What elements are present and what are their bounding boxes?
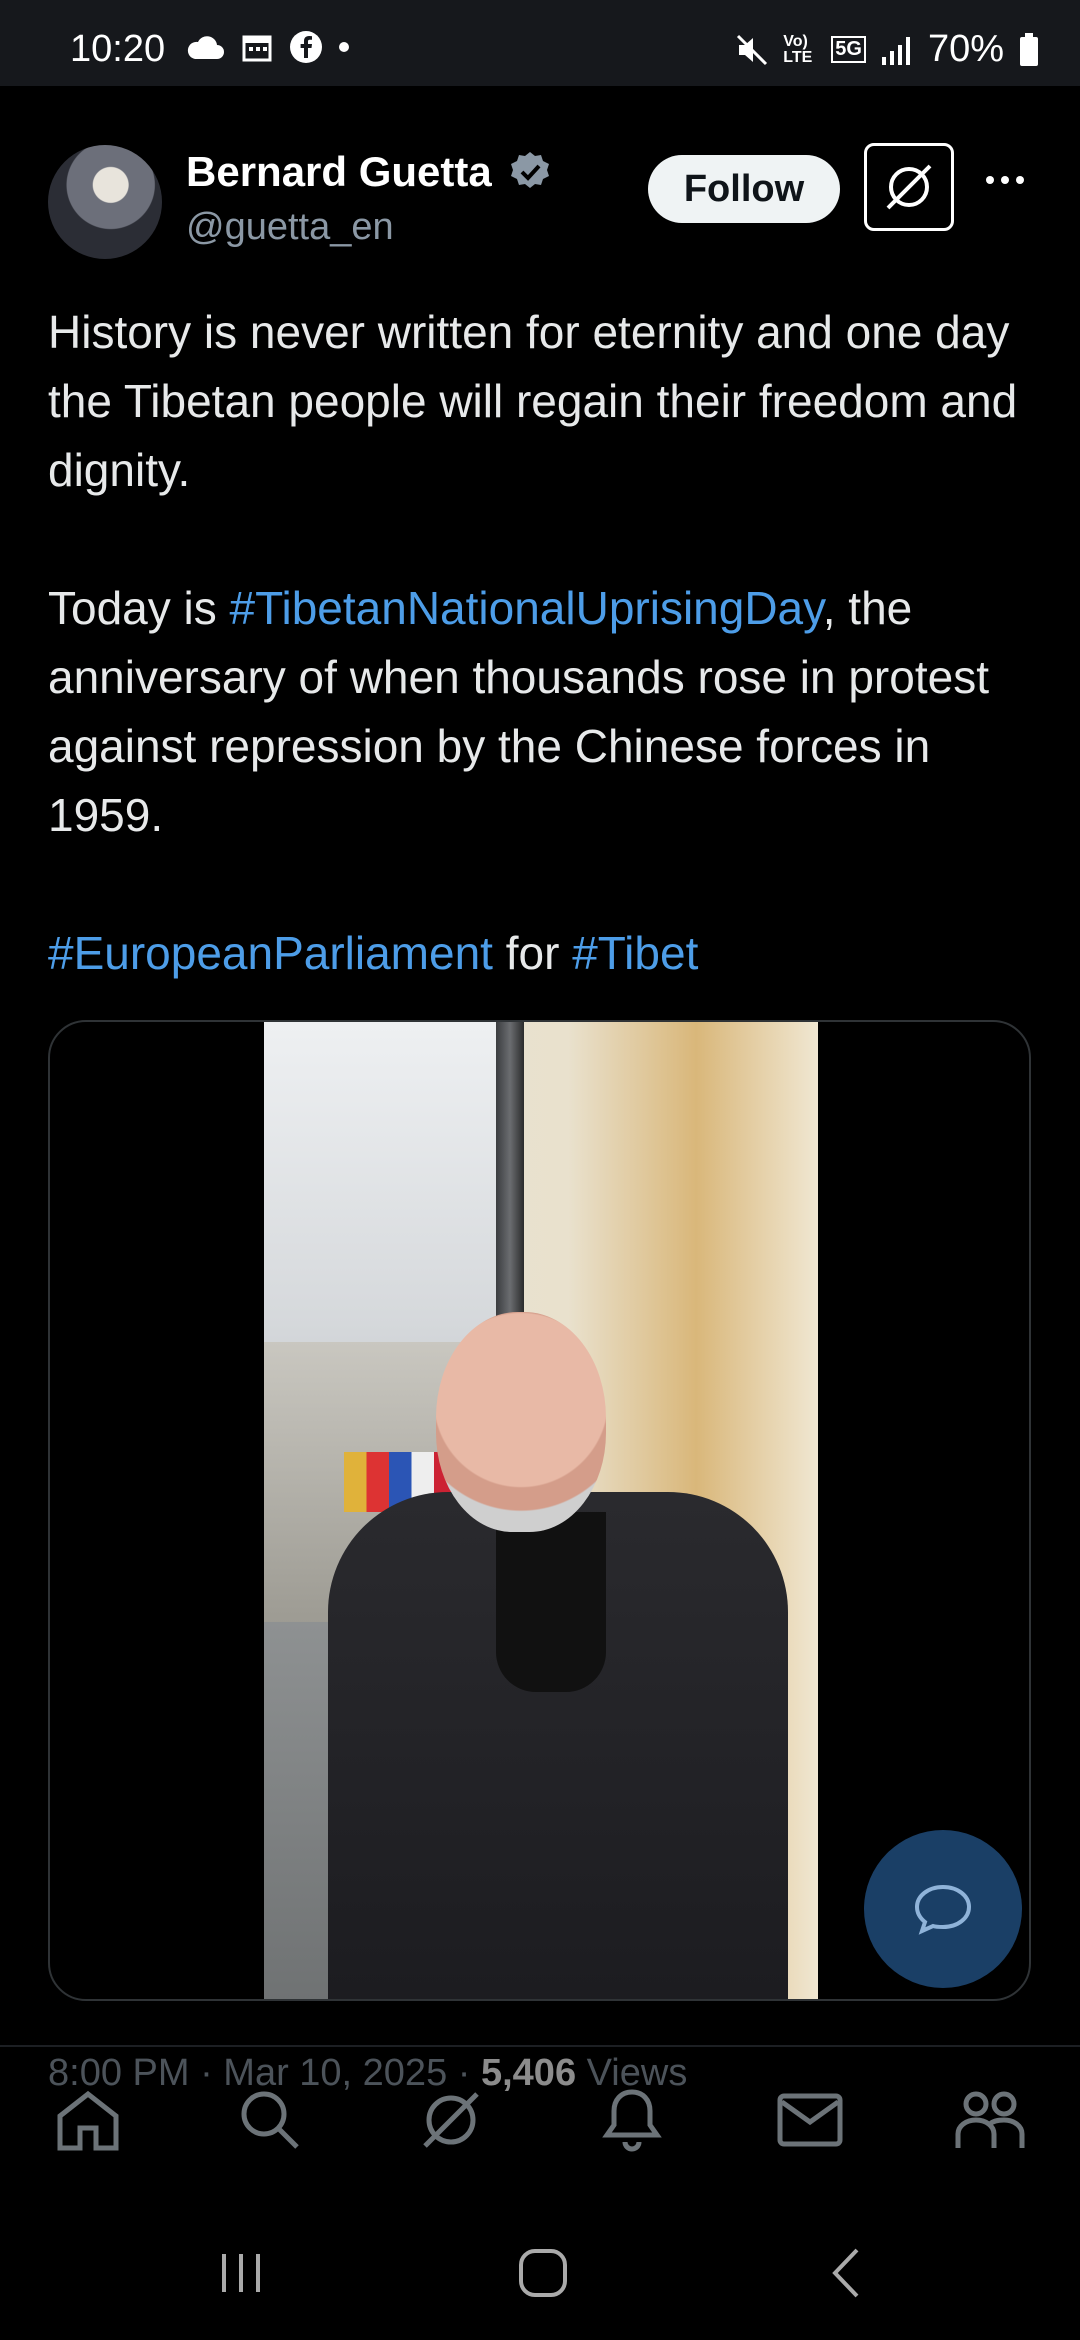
author-avatar[interactable]: [48, 145, 162, 259]
nav-grok[interactable]: [415, 2084, 487, 2156]
nav-communities[interactable]: [954, 2084, 1026, 2156]
more-options-button[interactable]: [985, 160, 1025, 200]
author-name[interactable]: Bernard Guetta: [186, 148, 492, 196]
battery-percent: 70%: [927, 28, 1004, 70]
tweet-video[interactable]: [48, 1020, 1031, 2001]
status-notification-icons: [185, 30, 349, 64]
status-time: 10:20: [70, 28, 166, 70]
reply-fab-button[interactable]: [864, 1830, 1022, 1988]
video-frame[interactable]: [264, 1022, 818, 1999]
grok-icon: [886, 164, 932, 210]
more-icon: [986, 176, 1024, 184]
home-system-button[interactable]: [508, 2238, 578, 2308]
tweet-text: History is never written for eternity an…: [48, 298, 1038, 988]
network-label: 5G: [831, 36, 866, 63]
views-count: 5,406: [480, 2052, 577, 2094]
notification-dot: [339, 42, 349, 52]
battery-icon: [1020, 32, 1038, 66]
calendar-icon: [242, 35, 272, 62]
hashtag-link[interactable]: #TibetanNationalUprisingDay: [230, 582, 823, 634]
chat-bubble-icon: [914, 1884, 972, 1935]
nav-divider: [0, 2045, 1080, 2047]
nav-notifications[interactable]: [596, 2084, 668, 2156]
author-handle[interactable]: @guetta_en: [186, 206, 394, 249]
status-bar: 10:20 Vo) LTE 5G 70%: [0, 0, 1080, 86]
facebook-icon: [290, 31, 322, 63]
back-button[interactable]: [812, 2238, 882, 2308]
signal-icon: [881, 36, 910, 65]
cloud-icon: [187, 36, 224, 59]
grok-button[interactable]: [864, 143, 954, 231]
nav-search[interactable]: [234, 2084, 306, 2156]
notifications-icon: [602, 2089, 662, 2152]
communities-icon: [955, 2091, 1025, 2148]
hashtag-link[interactable]: #Tibet: [572, 927, 698, 979]
back-chevron-icon: [832, 2248, 859, 2298]
hashtag-link[interactable]: #EuropeanParliament: [48, 927, 493, 979]
status-right: Vo) LTE 5G 70%: [735, 28, 1040, 71]
video-person-head: [436, 1312, 606, 1532]
tweet-text-part: for: [492, 927, 573, 979]
tweet-meta: 8:00 PM · Mar 10, 2025 · 5,406 Views: [48, 2052, 687, 2095]
search-icon: [241, 2091, 299, 2149]
video-person-collar: [496, 1512, 606, 1692]
recent-apps-icon: [222, 2254, 260, 2292]
nav-messages[interactable]: [774, 2084, 846, 2156]
verified-badge-icon: [511, 152, 549, 188]
recent-apps-button[interactable]: [206, 2238, 276, 2308]
follow-button[interactable]: Follow: [648, 155, 840, 223]
grok-icon: [423, 2092, 479, 2148]
nav-home[interactable]: [52, 2084, 124, 2156]
mute-icon: [737, 34, 768, 65]
home-circle-icon: [519, 2249, 567, 2297]
home-icon: [57, 2090, 119, 2151]
lte-label: Vo) LTE: [783, 32, 813, 66]
messages-icon: [777, 2093, 843, 2147]
